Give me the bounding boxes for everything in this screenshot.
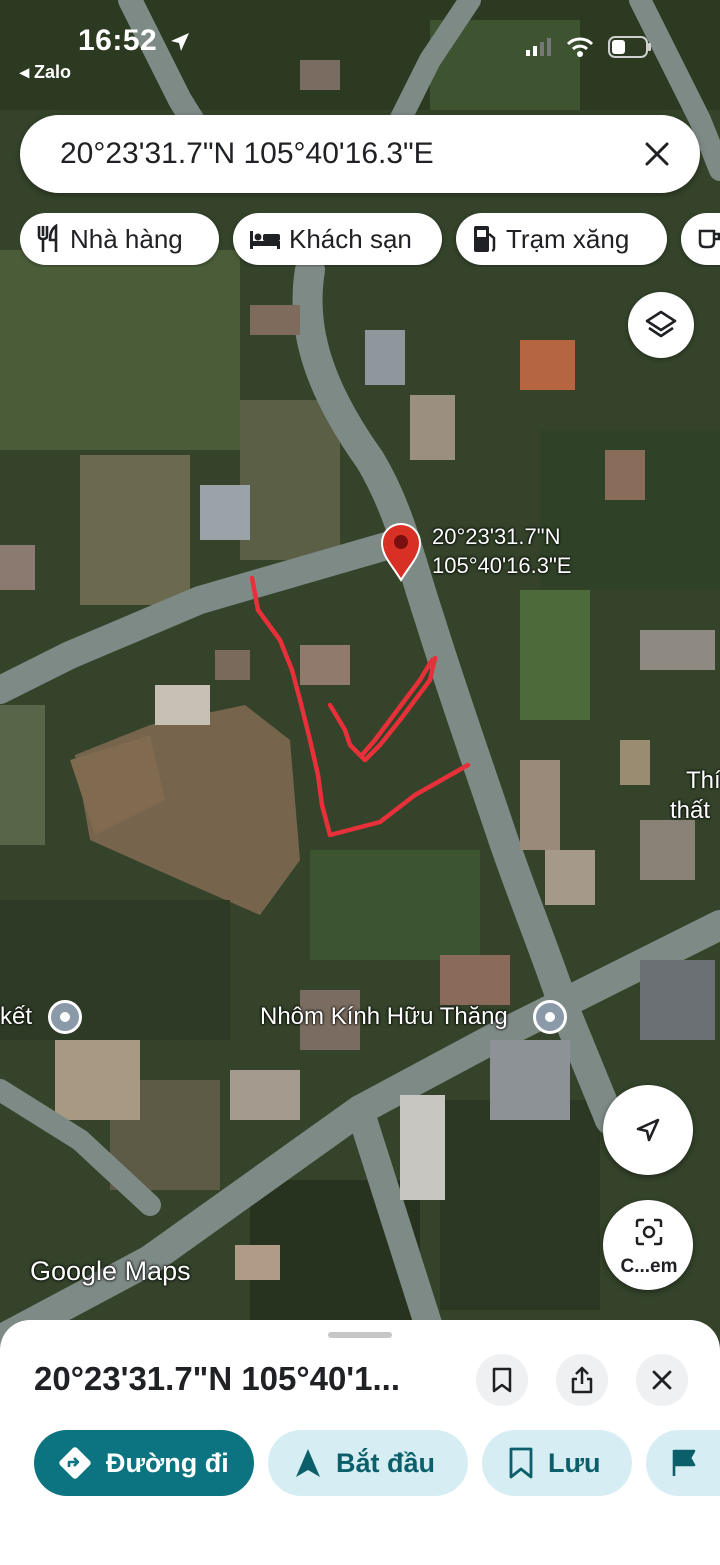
close-icon: [645, 142, 669, 166]
bookmark-icon: [492, 1367, 512, 1393]
bookmark-icon: [509, 1447, 533, 1479]
chip-label: Nhà hàng: [70, 223, 183, 254]
share-icon: [571, 1366, 593, 1394]
poi-marker-icon[interactable]: [533, 1000, 567, 1034]
label-button[interactable]: [646, 1430, 720, 1496]
google-maps-attribution: Google Maps: [30, 1256, 191, 1286]
edge-label-line1: Thí: [686, 767, 720, 794]
close-icon: [652, 1370, 672, 1390]
wifi-icon: [566, 37, 594, 57]
place-title: 20°23'31.7"N 105°40'1...: [34, 1360, 400, 1397]
chip-label: Trạm xăng: [506, 223, 630, 254]
start-navigation-button[interactable]: Bắt đầu: [268, 1430, 468, 1496]
flag-icon: [672, 1449, 696, 1476]
search-bar[interactable]: 20°23'31.7"N 105°40'16.3"E: [20, 115, 700, 193]
save-bookmark-button[interactable]: [476, 1354, 528, 1406]
poi-marker-icon[interactable]: [48, 1000, 82, 1034]
sheet-drag-handle[interactable]: [328, 1332, 392, 1338]
restaurant-icon: [37, 224, 58, 252]
place-bottom-sheet[interactable]: 20°23'31.7"N 105°40'1... Đường đi Bắt đầ…: [0, 1320, 720, 1565]
chip-cafes[interactable]: [681, 213, 720, 265]
signal-icon: [526, 38, 551, 56]
coffee-icon: [698, 229, 720, 249]
close-sheet-button[interactable]: [636, 1354, 688, 1406]
clear-search-button[interactable]: [638, 135, 676, 173]
save-label: Lưu: [548, 1447, 601, 1478]
chip-restaurants[interactable]: Nhà hàng: [20, 213, 219, 265]
navigation-arrow-icon: [296, 1449, 320, 1477]
poi-label-left[interactable]: kết: [0, 1003, 32, 1031]
start-label: Bắt đầu: [336, 1447, 436, 1478]
status-icons: [526, 36, 652, 58]
my-location-button[interactable]: [603, 1085, 693, 1175]
status-time: 16:52: [78, 24, 158, 57]
camera-lens-icon: [635, 1218, 663, 1246]
map-layers-button[interactable]: [628, 292, 694, 358]
pin-label-latitude: 20°23'31.7"N: [432, 524, 561, 549]
gas-station-icon: [474, 226, 496, 252]
poi-label-nhom-kinh[interactable]: Nhôm Kính Hữu Thăng: [260, 1003, 508, 1031]
back-to-app-link[interactable]: ◂ Zalo: [20, 62, 71, 83]
directions-label: Đường đi: [106, 1447, 229, 1478]
battery-icon: [608, 36, 651, 58]
hotel-icon: [250, 231, 280, 249]
directions-icon: [59, 1447, 91, 1479]
edge-place-label: Thí thất: [670, 766, 720, 826]
save-button[interactable]: Lưu: [482, 1430, 632, 1496]
lens-label: C...em: [620, 1256, 678, 1277]
chip-gas-stations[interactable]: Trạm xăng: [456, 213, 667, 265]
pin-label-longitude: 105°40'16.3"E: [432, 553, 572, 578]
chip-label: Khách sạn: [289, 223, 412, 254]
edge-label-line2: thất: [670, 797, 711, 824]
share-button[interactable]: [556, 1354, 608, 1406]
search-query[interactable]: 20°23'31.7"N 105°40'16.3"E: [60, 137, 434, 171]
status-bar: 16:52 ◂ Zalo: [0, 0, 720, 90]
pin-coordinates-label: 20°23'31.7"N 105°40'16.3"E: [432, 522, 571, 580]
chip-hotels[interactable]: Khách sạn: [233, 213, 442, 265]
layers-icon: [645, 310, 677, 338]
location-arrow-icon: [171, 33, 189, 51]
directions-button[interactable]: Đường đi: [34, 1430, 254, 1496]
category-chips: Nhà hàng Khách sạn Trạm xăng: [20, 213, 720, 267]
navigation-arrow-icon: [636, 1118, 660, 1142]
lens-camera-button[interactable]: C...em: [603, 1200, 693, 1290]
